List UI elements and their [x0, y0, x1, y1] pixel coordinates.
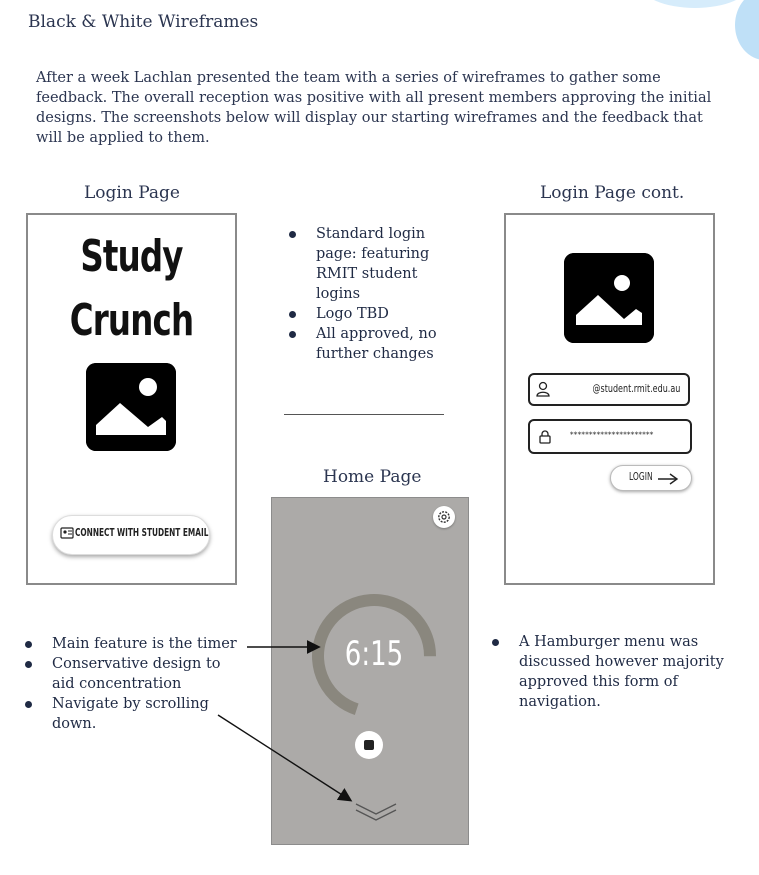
list-item: Navigate by scrolling down. — [20, 694, 245, 734]
navigation-notes-list: A Hamburger menu was discussed however m… — [487, 632, 737, 712]
list-item: A Hamburger menu was discussed however m… — [487, 632, 737, 712]
annotation-arrows — [217, 640, 353, 802]
list-item: Main feature is the timer — [20, 634, 245, 654]
list-item: Conservative design to aid concentration — [20, 654, 245, 694]
home-notes-list: Main feature is the timer Conservative d… — [20, 634, 245, 734]
